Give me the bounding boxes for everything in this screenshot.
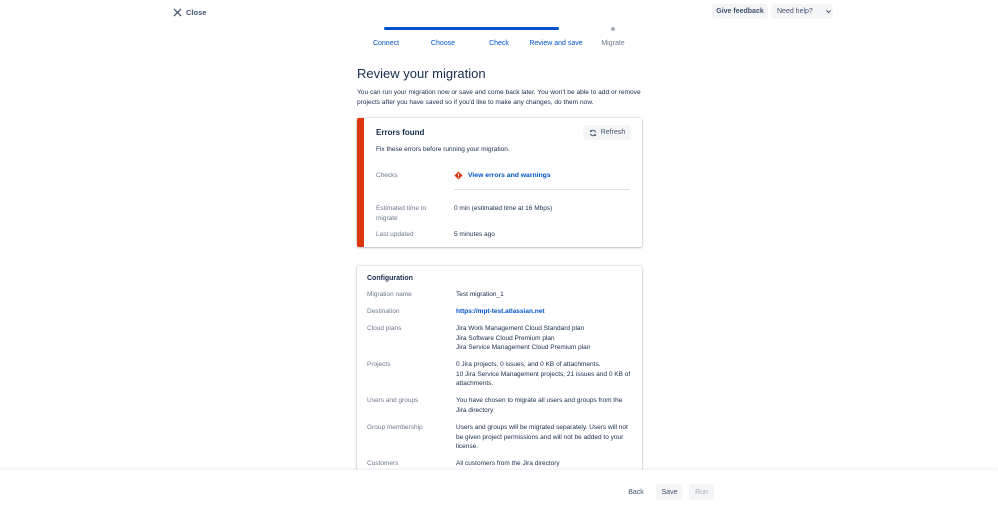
customers-label: Customers xyxy=(367,460,399,467)
back-button[interactable]: Back xyxy=(623,484,649,500)
cloud-plan-item: Jira Work Management Cloud Standard plan xyxy=(456,325,585,332)
step-review-and-save[interactable]: Review and save xyxy=(529,40,582,47)
progress-bar xyxy=(384,27,559,30)
cloud-plan-item: Jira Software Cloud Premium plan xyxy=(456,334,555,342)
projects-line: 10 Jira Service Management projects, 21 … xyxy=(456,370,631,388)
need-help-label: Need help? xyxy=(777,8,813,15)
projects-label: Projects xyxy=(367,361,391,368)
destination-label: Destination xyxy=(367,308,400,315)
view-errors-label: View errors and warnings xyxy=(468,172,551,179)
last-updated-value: 5 minutes ago xyxy=(454,231,495,238)
error-diamond-icon xyxy=(454,171,463,180)
projects-value: 0 Jira projects, 0 issues, and 0 KB of a… xyxy=(456,360,634,389)
need-help-button[interactable]: Need help? xyxy=(771,4,833,19)
footer-bar: Back Save Run xyxy=(0,470,998,515)
cloud-plans-value: Jira Work Management Cloud Standard plan… xyxy=(456,324,634,353)
errors-subtitle: Fix these errors before running your mig… xyxy=(376,146,510,153)
users-and-groups-label: Users and groups xyxy=(367,397,419,404)
last-updated-label: Last updated xyxy=(376,231,414,238)
migration-name-value: Test migration_1 xyxy=(456,291,504,298)
close-button[interactable]: Close xyxy=(173,6,206,18)
view-errors-link[interactable]: View errors and warnings xyxy=(454,171,551,180)
close-icon xyxy=(173,7,182,17)
errors-title: Errors found xyxy=(376,128,425,137)
step-check[interactable]: Check xyxy=(489,40,509,47)
configuration-title: Configuration xyxy=(367,275,413,282)
estimated-time-value: 0 min (estimated time at 16 Mbps) xyxy=(454,205,553,212)
refresh-icon xyxy=(589,129,596,136)
customers-value: All customers from the Jira directory xyxy=(456,460,560,467)
group-membership-label: Group membership xyxy=(367,424,423,431)
configuration-panel: Configuration Migration name Test migrat… xyxy=(357,266,642,486)
cloud-plans-label: Cloud plans xyxy=(367,325,402,332)
give-feedback-button[interactable]: Give feedback xyxy=(712,4,768,19)
destination-link[interactable]: https://mpt-test.atlassian.net xyxy=(456,307,634,317)
group-membership-value: Users and groups will be migrated separa… xyxy=(456,424,628,450)
close-label: Close xyxy=(186,7,207,17)
error-accent-bar xyxy=(357,118,364,247)
refresh-button[interactable]: Refresh xyxy=(583,125,631,140)
run-button[interactable]: Run xyxy=(689,484,714,500)
checks-label: Checks xyxy=(376,172,398,179)
page-title: Review your migration xyxy=(357,66,486,81)
chevron-down-icon xyxy=(825,10,831,14)
progress-pending-dot xyxy=(611,27,615,31)
users-and-groups-value: You have chosen to migrate all users and… xyxy=(456,397,623,414)
step-choose[interactable]: Choose xyxy=(431,40,455,47)
cloud-plan-item: Jira Service Management Cloud Premium pl… xyxy=(456,344,591,351)
projects-line: 0 Jira projects, 0 issues, and 0 KB of a… xyxy=(456,361,601,368)
estimated-time-label: Estimated time to migrate xyxy=(376,205,427,222)
migration-name-label: Migration name xyxy=(367,291,412,298)
top-bar: Close Give feedback Need help? xyxy=(0,0,998,24)
intro-text: You can run your migration now or save a… xyxy=(357,89,641,106)
divider xyxy=(454,189,630,190)
step-connect[interactable]: Connect xyxy=(373,40,399,47)
save-button[interactable]: Save xyxy=(656,484,683,500)
refresh-label: Refresh xyxy=(600,129,626,136)
step-migrate: Migrate xyxy=(601,40,625,47)
errors-panel: Errors found Refresh Fix these errors be… xyxy=(357,118,642,247)
